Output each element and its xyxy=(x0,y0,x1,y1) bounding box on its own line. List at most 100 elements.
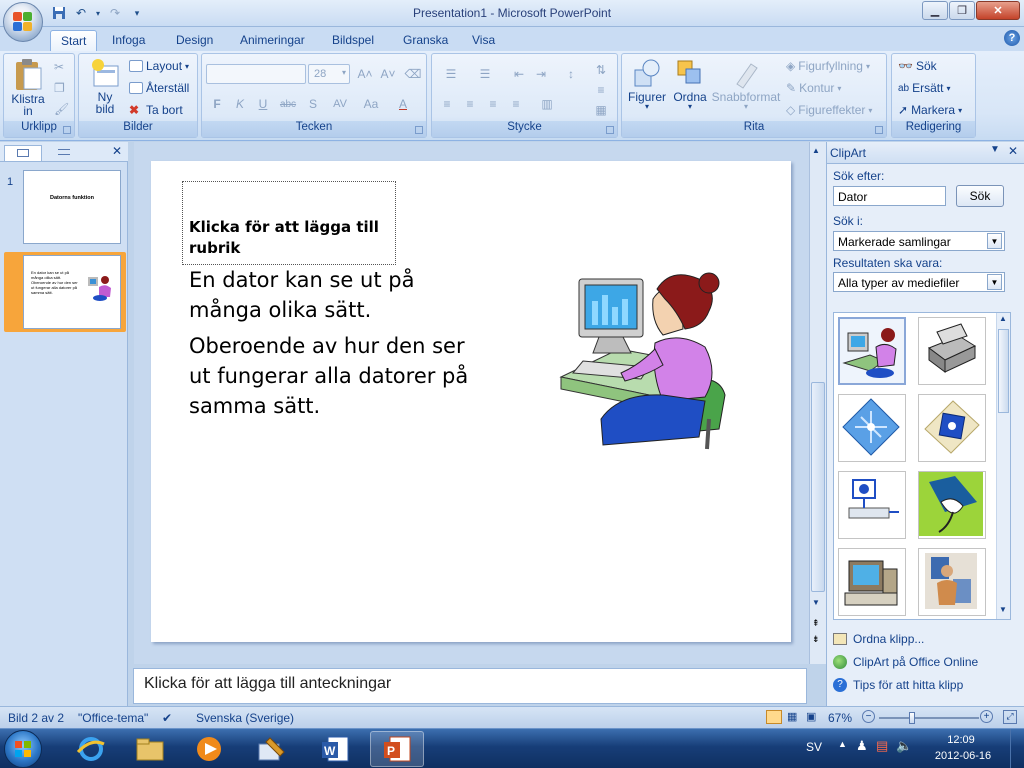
show-hidden-icons-icon[interactable]: ▲ xyxy=(838,739,847,749)
line-spacing-icon[interactable]: ↕ xyxy=(556,64,586,84)
drawing-expand-icon[interactable] xyxy=(875,126,883,134)
scroll-up-icon[interactable]: ▲ xyxy=(812,146,820,155)
underline-button[interactable]: U xyxy=(252,94,274,114)
paint-icon[interactable] xyxy=(244,731,298,767)
layout-button[interactable]: Layout ▾ xyxy=(129,59,189,73)
shapes-button[interactable]: Figurer ▾ xyxy=(626,58,668,111)
title-placeholder-text[interactable]: Klicka för att lägga till rubrik xyxy=(189,217,389,259)
clipboard-expand-icon[interactable] xyxy=(63,126,71,134)
tray-app-icon[interactable]: ♟ xyxy=(856,738,868,754)
search-button[interactable]: Sök xyxy=(956,185,1004,207)
change-case-button[interactable]: Aa xyxy=(358,94,384,114)
slide-sorter-view-icon[interactable]: ▦ xyxy=(787,710,797,723)
media-player-icon[interactable] xyxy=(182,731,236,767)
minimize-button[interactable]: ▁ xyxy=(922,1,948,20)
grow-font-icon[interactable]: A˄ xyxy=(354,64,376,84)
results-dropdown-icon[interactable]: ▼ xyxy=(987,274,1002,290)
text-direction-icon[interactable]: ⇅ xyxy=(590,60,612,80)
shrink-font-icon[interactable]: A˅ xyxy=(377,64,399,84)
slides-tab-icon[interactable] xyxy=(4,145,42,161)
replace-button[interactable]: ab Ersätt ▾ xyxy=(898,81,950,95)
slide-thumbnail-1[interactable]: Datorns funktion xyxy=(23,170,121,244)
tab-visa[interactable]: Visa xyxy=(462,30,505,51)
close-panel-icon[interactable]: ✕ xyxy=(112,144,122,158)
slide-thumbnail-2[interactable]: En dator kan se ut på många olika sätt. … xyxy=(23,255,121,329)
paste-button[interactable]: Klistra in xyxy=(8,58,48,118)
clock-date[interactable]: 2012-06-16 xyxy=(928,750,998,762)
zoom-slider[interactable] xyxy=(879,712,979,724)
smartart-icon[interactable]: ▦ xyxy=(590,100,612,120)
clipart-online-link[interactable]: ClipArt på Office Online xyxy=(833,655,978,669)
slide-scrollbar[interactable]: ▲ ▼ ⇞ ⇟ xyxy=(809,142,826,664)
zoom-slider-thumb[interactable] xyxy=(909,712,915,724)
character-spacing-button[interactable]: AV xyxy=(326,94,354,114)
close-button[interactable]: ✕ xyxy=(976,1,1020,20)
notes-pane[interactable]: Klicka för att lägga till anteckningar xyxy=(133,668,807,704)
input-language[interactable]: SV xyxy=(806,740,822,754)
shadow-button[interactable]: S xyxy=(302,94,324,114)
search-in-select[interactable]: Markerade samlingar ▼ xyxy=(833,231,1005,251)
tab-animeringar[interactable]: Animeringar xyxy=(230,30,315,51)
tab-start[interactable]: Start xyxy=(50,30,98,51)
pane-menu-icon[interactable]: ▼ xyxy=(990,144,1000,155)
office-button[interactable] xyxy=(3,2,43,42)
show-desktop-button[interactable] xyxy=(1010,729,1024,768)
pane-close-icon[interactable]: ✕ xyxy=(1008,144,1018,158)
normal-view-icon[interactable] xyxy=(766,710,782,724)
shape-fill-button[interactable]: ◈ Figurfyllning ▾ xyxy=(786,59,870,73)
format-painter-icon[interactable]: 🖌 xyxy=(54,102,69,116)
delete-slide-button[interactable]: ✖ Ta bort xyxy=(129,103,183,117)
copy-icon[interactable]: ❐ xyxy=(54,81,65,95)
help-icon[interactable]: ? xyxy=(1004,30,1020,46)
clipart-result-mouse[interactable] xyxy=(918,471,986,539)
zoom-level[interactable]: 67% xyxy=(828,711,852,725)
clip-tips-link[interactable]: ? Tips för att hitta klipp xyxy=(833,678,963,692)
results-scroll-thumb[interactable] xyxy=(998,329,1009,413)
search-in-dropdown-icon[interactable]: ▼ xyxy=(987,233,1002,249)
numbering-icon[interactable]: ☰ xyxy=(470,64,500,84)
cut-icon[interactable]: ✂ xyxy=(54,60,64,74)
bullets-icon[interactable]: ☰ xyxy=(436,64,466,84)
clipart-result-circuit[interactable] xyxy=(838,394,906,462)
arrange-button[interactable]: Ordna ▾ xyxy=(670,58,710,111)
previous-slide-icon[interactable]: ⇞ xyxy=(812,618,820,629)
results-scroll-down-icon[interactable]: ▼ xyxy=(999,605,1007,614)
results-scroll-up-icon[interactable]: ▲ xyxy=(999,314,1007,323)
bold-button[interactable]: F xyxy=(206,94,228,114)
network-icon[interactable]: ▤ xyxy=(876,738,888,754)
clipart-result-woman-computer[interactable] xyxy=(838,317,906,385)
columns-icon[interactable]: ▥ xyxy=(532,94,562,114)
shape-outline-button[interactable]: ✎ Kontur ▾ xyxy=(786,81,841,95)
clipart-result-desktop-computer[interactable] xyxy=(838,548,906,616)
tab-infoga[interactable]: Infoga xyxy=(102,30,155,51)
reset-button[interactable]: Återställ xyxy=(129,81,189,95)
align-text-icon[interactable]: ≡ xyxy=(590,80,612,100)
zoom-in-icon[interactable]: + xyxy=(980,710,993,723)
find-button[interactable]: 👓 Sök xyxy=(898,59,937,73)
powerpoint-icon[interactable]: P xyxy=(370,731,424,767)
slide-body-text[interactable]: En dator kan se ut på många olika sätt. … xyxy=(189,265,489,421)
new-slide-button[interactable]: Ny bild xyxy=(85,58,125,116)
select-button[interactable]: ➚ Markera ▾ xyxy=(898,103,962,117)
quick-styles-button[interactable]: Snabbformat ▾ xyxy=(712,58,780,111)
clipart-result-office-worker[interactable] xyxy=(918,548,986,616)
align-right-icon[interactable]: ≡ xyxy=(482,94,504,114)
tab-bildspel[interactable]: Bildspel xyxy=(322,30,384,51)
scroll-down-icon[interactable]: ▼ xyxy=(812,598,820,607)
align-center-icon[interactable]: ≡ xyxy=(459,94,481,114)
start-button[interactable] xyxy=(4,730,42,768)
justify-icon[interactable]: ≡ xyxy=(505,94,527,114)
font-color-button[interactable]: A xyxy=(392,94,414,114)
woman-computer-clipart[interactable] xyxy=(559,269,737,451)
clipart-result-network-computer[interactable] xyxy=(838,471,906,539)
search-input[interactable]: Dator xyxy=(833,186,946,206)
maximize-button[interactable]: ❐ xyxy=(949,1,975,20)
strikethrough-button[interactable]: abc xyxy=(277,94,299,114)
font-size-input[interactable]: 28 ▾ xyxy=(308,64,350,84)
shape-effects-button[interactable]: ◇ Figureffekter ▾ xyxy=(786,103,872,117)
paragraph-expand-icon[interactable] xyxy=(606,126,614,134)
internet-explorer-icon[interactable] xyxy=(64,731,118,767)
fit-to-window-icon[interactable]: ⤢ xyxy=(1003,710,1017,724)
next-slide-icon[interactable]: ⇟ xyxy=(812,634,820,645)
organize-clips-link[interactable]: Ordna klipp... xyxy=(833,632,924,646)
